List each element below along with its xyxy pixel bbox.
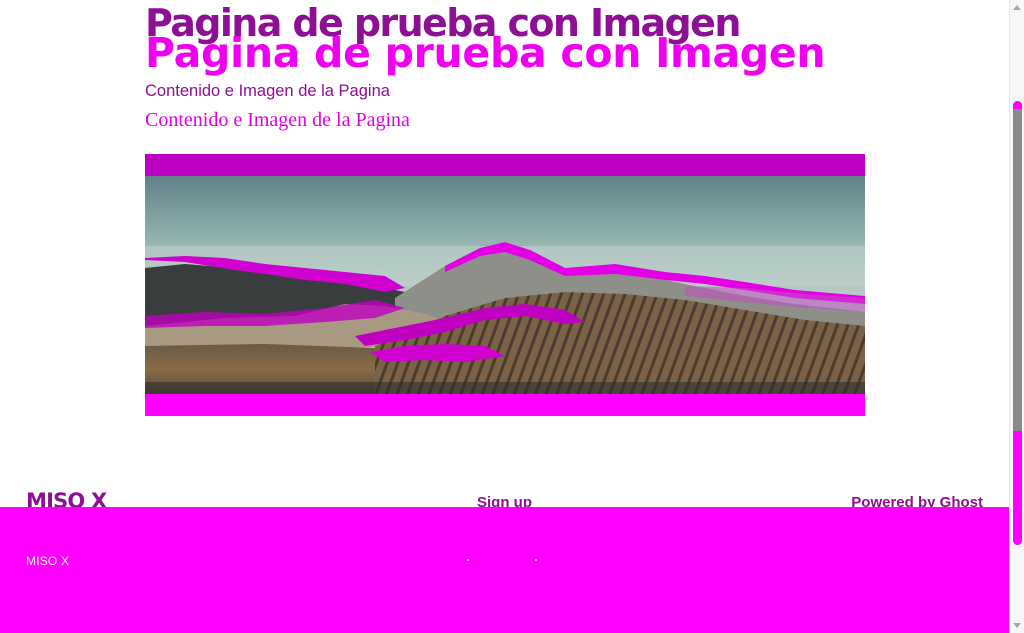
scroll-down-arrow-icon[interactable] [1013,623,1021,628]
footer-dot [467,559,469,561]
scrollbar-thumb-bottom [1013,431,1022,545]
vertical-scrollbar[interactable] [1009,0,1024,633]
image-band-bottom [145,394,865,416]
page-title-overlay: Pagina de prueba con Imagen [145,29,826,77]
scroll-up-arrow-icon[interactable] [1013,5,1021,10]
page-subtitle-overlay: Contenido e Imagen de la Pagina [145,109,410,131]
scrollbar-thumb-top [1013,101,1022,109]
page-subtitle: Contenido e Imagen de la Pagina [145,82,390,100]
footer-band: MISO X [0,507,1009,633]
scrollbar-thumb[interactable] [1013,101,1022,545]
footer-band-brand: MISO X [26,554,70,568]
page: Pagina de prueba con Imagen Pagina de pr… [0,0,1024,633]
footer-dot [535,559,537,561]
image-band-top [145,154,865,176]
featured-image [145,154,865,416]
volcano-photo [145,176,865,394]
